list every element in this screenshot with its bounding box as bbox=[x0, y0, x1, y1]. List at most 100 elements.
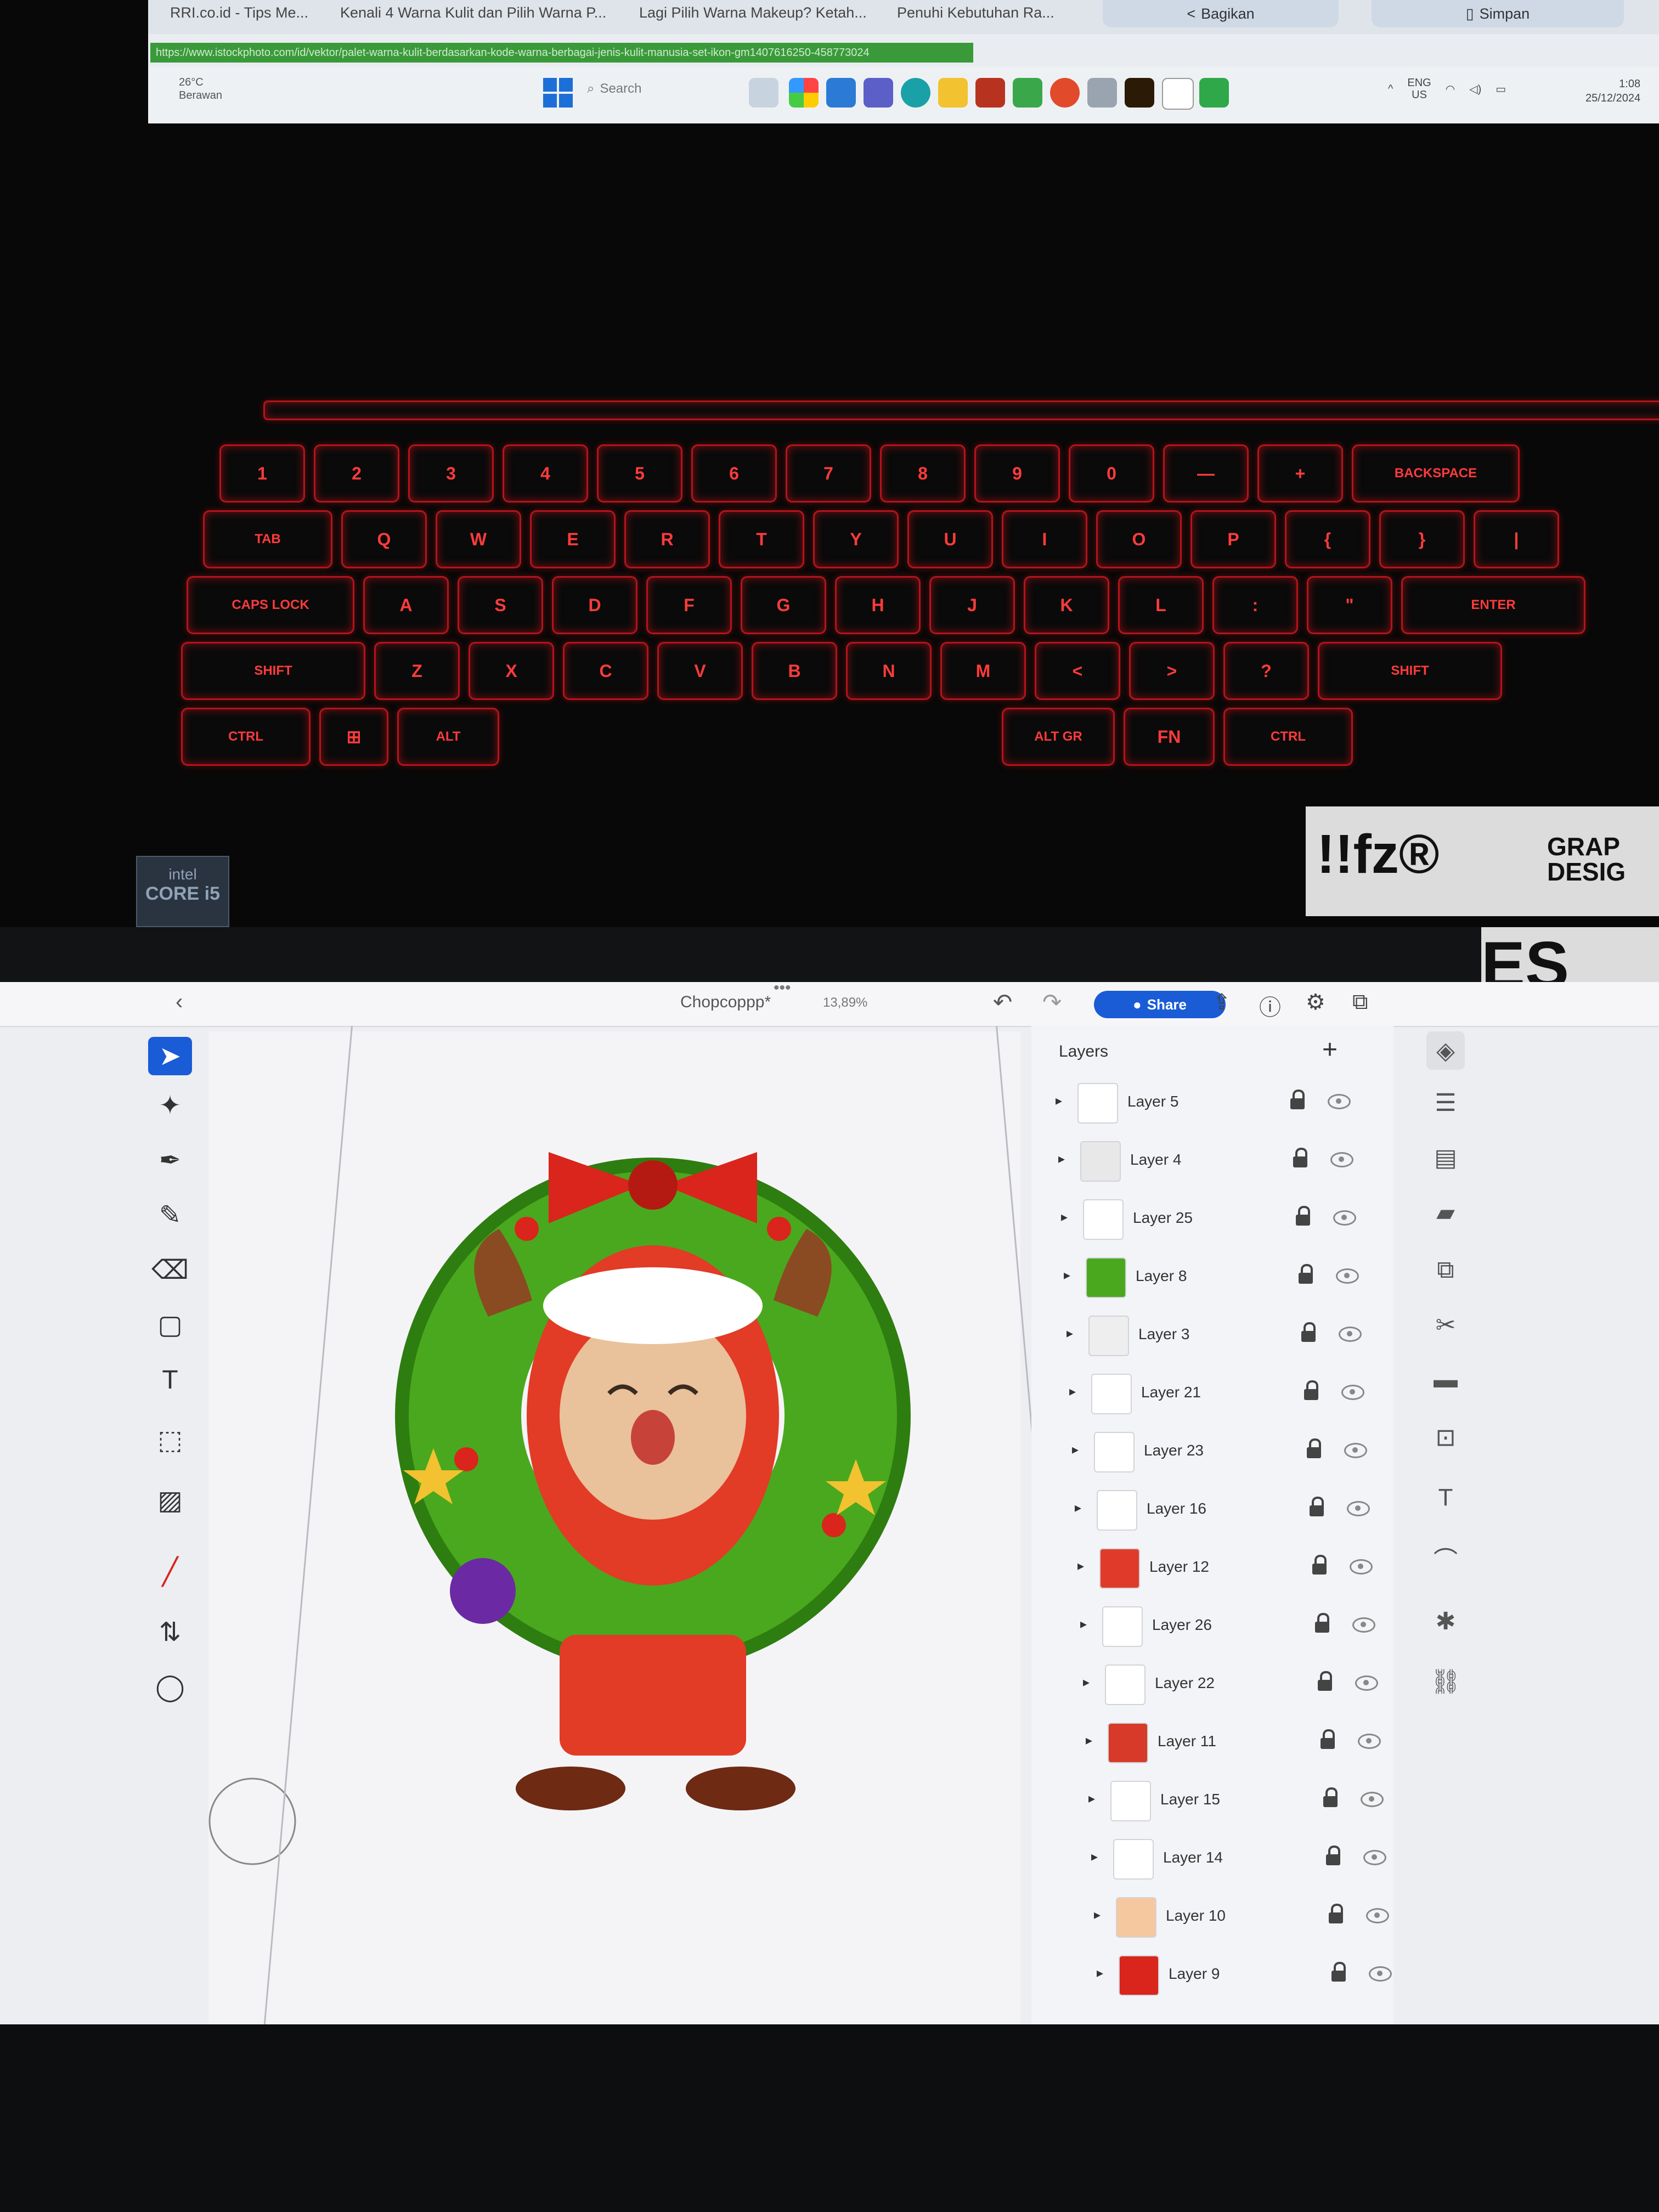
eye-icon[interactable] bbox=[1361, 1792, 1384, 1807]
layer-row[interactable]: ▸ Layer 3 bbox=[1042, 1308, 1383, 1363]
expand-arrow-icon[interactable]: ▸ bbox=[1072, 1442, 1079, 1458]
expand-arrow-icon[interactable]: ▸ bbox=[1094, 1907, 1101, 1923]
keyboard-key[interactable]: } bbox=[1379, 510, 1465, 568]
present-icon[interactable]: ⧉ bbox=[1352, 990, 1368, 1014]
app-icon[interactable] bbox=[975, 78, 1005, 108]
selection-tool-icon[interactable]: ➤ bbox=[148, 1037, 192, 1075]
keyboard-key[interactable]: O bbox=[1096, 510, 1182, 568]
keyboard-key[interactable]: + bbox=[1257, 444, 1343, 503]
keyboard-key[interactable]: M bbox=[940, 642, 1026, 700]
scissors-icon[interactable]: ✂ bbox=[1426, 1306, 1465, 1344]
start-button[interactable] bbox=[543, 78, 574, 109]
properties-icon[interactable]: ☰ bbox=[1426, 1084, 1465, 1122]
lock-icon[interactable] bbox=[1322, 1787, 1339, 1807]
keyboard-key[interactable]: 2 bbox=[314, 444, 399, 503]
keyboard-key[interactable]: 6 bbox=[691, 444, 777, 503]
redo-icon[interactable]: ↷ bbox=[1042, 989, 1062, 1015]
link-icon[interactable]: ⛓ bbox=[1426, 1662, 1465, 1701]
vscode-icon[interactable] bbox=[826, 78, 856, 108]
lock-icon[interactable] bbox=[1330, 1962, 1347, 1982]
expand-arrow-icon[interactable]: ▸ bbox=[1086, 1733, 1092, 1748]
lock-icon[interactable] bbox=[1292, 1148, 1308, 1167]
eye-icon[interactable] bbox=[1344, 1443, 1367, 1458]
keyboard-key[interactable]: F bbox=[646, 576, 732, 634]
undo-icon[interactable]: ↶ bbox=[993, 989, 1012, 1015]
help-icon[interactable]: ⓘ bbox=[1259, 990, 1281, 1022]
lock-icon[interactable] bbox=[1289, 1090, 1306, 1109]
keyboard-key[interactable]: 1 bbox=[219, 444, 305, 503]
curve-icon[interactable]: ⌒ bbox=[1426, 1539, 1465, 1577]
lock-icon[interactable] bbox=[1308, 1497, 1325, 1516]
lock-icon[interactable] bbox=[1314, 1613, 1330, 1633]
lock-icon[interactable] bbox=[1317, 1671, 1333, 1691]
eye-icon[interactable] bbox=[1330, 1152, 1353, 1167]
illustrator-icon[interactable] bbox=[1125, 78, 1154, 108]
browser-tab[interactable]: Kenali 4 Warna Kulit dan Pilih Warna P..… bbox=[340, 4, 606, 21]
eye-icon[interactable] bbox=[1341, 1385, 1364, 1400]
keyboard-key[interactable]: 8 bbox=[880, 444, 966, 503]
layer-row[interactable]: ▸ Layer 9 bbox=[1073, 1948, 1413, 2002]
magic-wand-icon[interactable]: ✦ bbox=[148, 1086, 192, 1125]
canvas-area[interactable] bbox=[208, 1031, 1020, 2024]
zoom-level[interactable]: 13,89% bbox=[823, 995, 867, 1011]
keyboard-key[interactable]: ⊞ bbox=[319, 708, 388, 766]
expand-arrow-icon[interactable]: ▸ bbox=[1077, 1558, 1084, 1574]
layer-row[interactable]: ▸ Layer 10 bbox=[1070, 1889, 1410, 1944]
lock-icon[interactable] bbox=[1295, 1206, 1311, 1226]
keyboard-key[interactable]: < bbox=[1035, 642, 1120, 700]
layer-row[interactable]: ▸ Layer 11 bbox=[1062, 1715, 1402, 1770]
chevron-up-icon[interactable]: ^ bbox=[1388, 83, 1393, 95]
layer-row[interactable]: ▸ Layer 5 bbox=[1031, 1075, 1372, 1130]
wifi-icon[interactable]: ◠ bbox=[1446, 82, 1455, 96]
expand-arrow-icon[interactable]: ▸ bbox=[1066, 1325, 1073, 1341]
keyboard-key[interactable]: N bbox=[846, 642, 932, 700]
lock-icon[interactable] bbox=[1328, 1904, 1344, 1923]
keyboard-key[interactable]: 4 bbox=[503, 444, 588, 503]
eye-icon[interactable] bbox=[1366, 1908, 1389, 1923]
layer-row[interactable]: ▸ Layer 22 bbox=[1059, 1657, 1399, 1712]
keyboard-key[interactable]: X bbox=[469, 642, 554, 700]
expand-arrow-icon[interactable]: ▸ bbox=[1061, 1209, 1068, 1225]
language-indicator[interactable]: ENG US bbox=[1407, 77, 1431, 101]
keyboard-key[interactable]: R bbox=[624, 510, 710, 568]
document-title[interactable]: Chopcoppp* bbox=[680, 993, 771, 1012]
keyboard-key[interactable]: H bbox=[835, 576, 921, 634]
keyboard-key[interactable]: U bbox=[907, 510, 993, 568]
behance-icon[interactable] bbox=[1162, 78, 1194, 110]
fill-stroke-icon[interactable]: ◯ bbox=[148, 1668, 192, 1706]
text-tool-icon[interactable]: T bbox=[148, 1361, 192, 1399]
keyboard-key[interactable]: Z bbox=[374, 642, 460, 700]
keyboard-key[interactable]: | bbox=[1474, 510, 1559, 568]
lock-icon[interactable] bbox=[1311, 1555, 1328, 1575]
folder-icon[interactable] bbox=[938, 78, 968, 108]
keyboard-key[interactable]: FN bbox=[1124, 708, 1215, 766]
keyboard-key[interactable]: 9 bbox=[974, 444, 1060, 503]
eye-icon[interactable] bbox=[1358, 1734, 1381, 1749]
settings-icon[interactable] bbox=[1087, 78, 1117, 108]
browser-tab[interactable]: RRI.co.id - Tips Me... bbox=[170, 4, 308, 21]
expand-arrow-icon[interactable]: ▸ bbox=[1091, 1849, 1098, 1865]
edge-icon[interactable] bbox=[901, 78, 930, 108]
export-icon[interactable]: ⇪ bbox=[1212, 990, 1231, 1015]
keyboard-key[interactable]: > bbox=[1129, 642, 1215, 700]
store-icon[interactable] bbox=[1013, 78, 1042, 108]
browser-tab[interactable]: Lagi Pilih Warna Makeup? Ketah... bbox=[639, 4, 867, 21]
more-dots-icon[interactable]: ••• bbox=[774, 982, 791, 997]
keyboard-key[interactable]: SHIFT bbox=[1318, 642, 1502, 700]
layer-row[interactable]: ▸ Layer 4 bbox=[1034, 1133, 1374, 1188]
layer-row[interactable]: ▸ Layer 25 bbox=[1037, 1192, 1377, 1246]
layer-row[interactable]: ▸ Layer 8 bbox=[1040, 1250, 1380, 1305]
share-button[interactable]: ● Share bbox=[1094, 991, 1226, 1018]
gear-icon[interactable]: ✱ bbox=[1426, 1602, 1465, 1640]
keyboard-key[interactable]: TAB bbox=[203, 510, 332, 568]
keyboard-key[interactable]: D bbox=[552, 576, 637, 634]
expand-arrow-icon[interactable]: ▸ bbox=[1064, 1267, 1070, 1283]
keyboard-key[interactable]: J bbox=[929, 576, 1015, 634]
layer-row[interactable]: ▸ Layer 26 bbox=[1056, 1599, 1396, 1654]
add-layer-button[interactable]: + bbox=[1322, 1035, 1338, 1065]
keyboard-key[interactable]: ALT GR bbox=[1002, 708, 1115, 766]
keyboard-key[interactable]: CTRL bbox=[181, 708, 311, 766]
lock-icon[interactable] bbox=[1297, 1264, 1314, 1284]
keyboard-key[interactable]: SHIFT bbox=[181, 642, 365, 700]
pathfinder-icon[interactable]: ⊡ bbox=[1426, 1418, 1465, 1457]
